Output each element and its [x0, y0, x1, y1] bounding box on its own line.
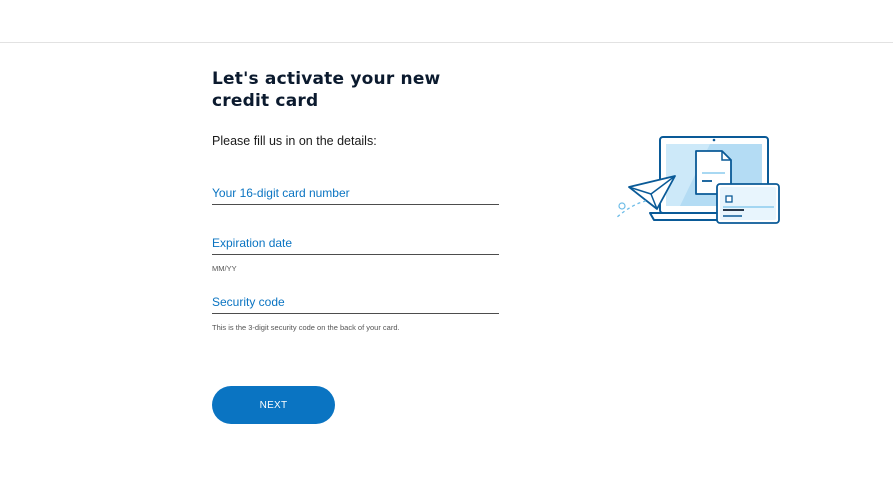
next-button[interactable]: NEXT [212, 386, 335, 424]
laptop-card-illustration [615, 136, 780, 224]
security-code-field[interactable]: Security code This is the 3-digit securi… [212, 295, 503, 332]
form-subtitle: Please fill us in on the details: [212, 134, 377, 148]
card-number-input[interactable] [212, 186, 503, 206]
credit-card-icon [716, 183, 780, 224]
top-header-bar [0, 0, 893, 43]
expiration-date-input[interactable] [212, 236, 503, 256]
security-code-input[interactable] [212, 295, 503, 315]
security-code-hint: This is the 3-digit security code on the… [212, 323, 400, 332]
activation-form: Let's activate your new credit card Plea… [212, 68, 512, 332]
card-number-field[interactable]: Your 16-digit card number [212, 186, 503, 206]
expiration-date-hint: MM/YY [212, 264, 237, 273]
expiration-date-field[interactable]: Expiration date MM/YY [212, 236, 503, 273]
page-title: Let's activate your new credit card [212, 69, 441, 111]
